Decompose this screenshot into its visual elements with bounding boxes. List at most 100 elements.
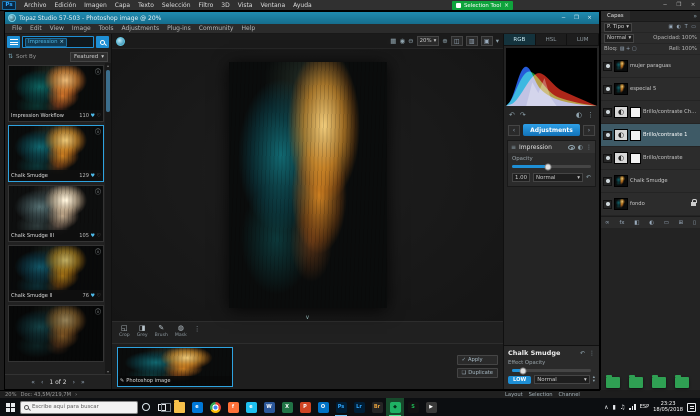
single-view-button[interactable]: ▣ xyxy=(481,36,493,46)
prev-page-button[interactable]: ‹ xyxy=(41,379,43,386)
ps-menu-10[interactable]: Ayuda xyxy=(289,2,316,9)
reset-adjustment-icon[interactable]: ↶ xyxy=(586,174,591,181)
layer-filter-dropdown[interactable]: P. Tipo ▾ xyxy=(604,23,632,32)
group-icon[interactable]: ▭ xyxy=(664,220,669,226)
adjustments-button[interactable]: Adjustments xyxy=(523,124,580,136)
taskbar-app-word[interactable]: W xyxy=(260,398,278,416)
layer-row[interactable]: mujer paraguas xyxy=(601,55,700,78)
tool-mask[interactable]: ◍Mask xyxy=(175,324,187,338)
histogram-tab-rgb[interactable]: RGB xyxy=(504,34,536,45)
topaz-menu-8[interactable]: Help xyxy=(237,25,259,32)
histogram-tab-hsl[interactable]: HSL xyxy=(536,34,568,45)
lock-icons[interactable]: ▨ + ▢ xyxy=(620,46,637,52)
layer-row[interactable]: especial 5 xyxy=(601,78,700,101)
taskbar-app-lightroom[interactable]: Lr xyxy=(350,398,368,416)
topaz-menu-4[interactable]: Tools xyxy=(95,25,118,32)
view-options-caret[interactable]: ▾ xyxy=(496,37,499,45)
taskbar-app-topaz-studio[interactable]: ◆ xyxy=(386,398,404,416)
info-icon[interactable]: ⓘ xyxy=(95,187,101,196)
heart-icon[interactable]: ♡ xyxy=(97,293,101,299)
zoom-percent-field[interactable]: 20% xyxy=(5,392,17,398)
taskbar-app-excel[interactable]: X xyxy=(278,398,296,416)
taskbar-app-bridge[interactable]: Br xyxy=(368,398,386,416)
heart-icon[interactable]: ♡ xyxy=(97,233,101,239)
prev-adjustment-button[interactable]: ‹ xyxy=(508,125,520,136)
network-icon[interactable] xyxy=(629,404,636,410)
first-page-button[interactable]: « xyxy=(31,379,35,386)
info-icon[interactable]: ⓘ xyxy=(95,127,101,136)
preview-toggle-icon[interactable]: ◉ xyxy=(399,37,405,45)
preset-scrollbar[interactable]: ▴ ▾ xyxy=(105,63,111,374)
slider-knob[interactable] xyxy=(520,367,527,374)
panel-menu-icon[interactable]: » xyxy=(693,13,700,20)
zoom-level-dropdown[interactable]: 20% ▾ xyxy=(417,36,440,46)
adjustment-header[interactable]: ≡ Impression ◐ ⋮ xyxy=(508,141,595,153)
effect-menu-icon[interactable]: ⋮ xyxy=(589,350,595,357)
side-by-side-view-button[interactable]: ▥ xyxy=(466,36,478,46)
thumbs-up-icon[interactable]: ♥ xyxy=(91,233,95,239)
next-adjustment-button[interactable]: › xyxy=(583,125,595,136)
layer-opacity-field[interactable]: Opacidad: 100% xyxy=(653,35,697,41)
filmstrip-thumbnail[interactable]: ✎ Photoshop image xyxy=(117,347,233,387)
bottom-tab-selection[interactable]: Selection xyxy=(529,392,553,398)
taskbar-app-ie[interactable]: e xyxy=(242,398,260,416)
layer-row[interactable]: ◐Brillo/contraste 1 xyxy=(601,124,700,147)
duplicate-button[interactable]: ❏Duplicate xyxy=(457,368,498,378)
taskbar-app-spotify[interactable]: S xyxy=(404,398,422,416)
topaz-menu-2[interactable]: View xyxy=(46,25,68,32)
topaz-close-button[interactable]: × xyxy=(583,13,596,23)
cortana-button[interactable] xyxy=(138,403,154,411)
sort-dropdown[interactable]: Featured ▾ xyxy=(70,52,108,62)
ps-menu-3[interactable]: Capa xyxy=(111,2,134,9)
filter-type-icons[interactable]: ▣ ◐ T ▭ xyxy=(668,24,697,30)
layer-fill-field[interactable]: Rell: 100% xyxy=(669,46,697,52)
topaz-maximize-button[interactable]: ❐ xyxy=(570,13,583,23)
effect-blend-dropdown[interactable]: Normal ▾ xyxy=(534,375,589,384)
topaz-menu-1[interactable]: Edit xyxy=(26,25,46,32)
minimize-button[interactable]: ─ xyxy=(658,0,672,10)
visibility-eye-icon[interactable] xyxy=(603,108,612,117)
bottom-tab-layout[interactable]: Layout xyxy=(505,392,523,398)
preset-card[interactable]: ⓘChalk Smudge129♥♡ xyxy=(8,125,104,182)
clock[interactable]: 23:23 18/05/2018 xyxy=(653,401,683,413)
topaz-menu-6[interactable]: Plug-ins xyxy=(163,25,195,32)
compare-icon[interactable]: ◐ xyxy=(576,111,582,119)
step-down-icon[interactable]: ▾ xyxy=(593,380,595,384)
layers-tab[interactable]: Capas xyxy=(601,11,630,21)
info-icon[interactable]: ⓘ xyxy=(95,247,101,256)
fx-icon[interactable]: fx xyxy=(619,220,624,226)
visibility-eye-icon[interactable] xyxy=(603,131,612,140)
topaz-menu-7[interactable]: Community xyxy=(195,25,238,32)
adjustment-visibility-icon[interactable] xyxy=(568,145,575,150)
preset-card[interactable]: ⓘChalk Smudge III105♥♡ xyxy=(8,185,104,242)
scroll-down-icon[interactable]: ▾ xyxy=(107,369,109,374)
taskbar-app-powerpoint[interactable]: P xyxy=(296,398,314,416)
histogram-tab-lum[interactable]: LUM xyxy=(567,34,599,45)
new-layer-icon[interactable]: ⊞ xyxy=(679,220,684,226)
heart-icon[interactable]: ♡ xyxy=(97,173,101,179)
close-button[interactable]: × xyxy=(686,0,700,10)
drag-grip-icon[interactable]: ≡ xyxy=(511,144,516,151)
layer-row[interactable]: ◐Brillo/contraste xyxy=(601,147,700,170)
taskbar-app-chrome[interactable] xyxy=(206,398,224,416)
bottom-tab-channel[interactable]: Channel xyxy=(559,392,580,398)
next-page-button[interactable]: › xyxy=(73,379,75,386)
ps-menu-7[interactable]: 3D xyxy=(217,2,233,9)
histogram-menu-icon[interactable]: ⋮ xyxy=(587,111,594,119)
apply-button[interactable]: ✓Apply xyxy=(457,355,498,365)
desktop-folder-icon[interactable] xyxy=(675,377,689,388)
ps-menu-9[interactable]: Ventana xyxy=(256,2,289,9)
last-page-button[interactable]: » xyxy=(81,379,85,386)
undo-button[interactable]: ↶ xyxy=(509,111,515,119)
preset-card[interactable]: ⓘImpression Workflow110♥♡ xyxy=(8,65,104,122)
topaz-menu-5[interactable]: Adjustments xyxy=(118,25,164,32)
zoom-in-button[interactable]: ⊕ xyxy=(442,37,447,45)
redo-button[interactable]: ↷ xyxy=(520,111,526,119)
taskbar-app-outlook[interactable]: O xyxy=(314,398,332,416)
more-tools-icon[interactable]: ⋮ xyxy=(194,325,201,333)
topaz-menu-3[interactable]: Image xyxy=(68,25,95,32)
desktop-folder-icon[interactable] xyxy=(652,377,666,388)
slider-knob[interactable] xyxy=(544,163,551,170)
collapse-chevron-icon[interactable]: ∨ xyxy=(305,314,309,321)
scrollbar-thumb[interactable] xyxy=(106,70,110,112)
